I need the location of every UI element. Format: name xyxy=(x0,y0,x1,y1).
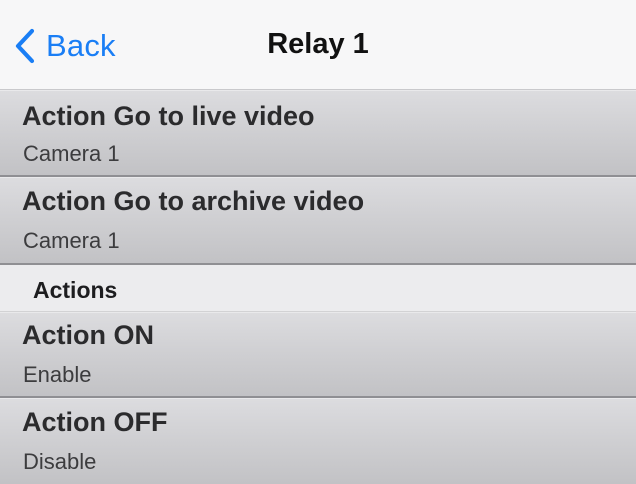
list-item-action-on[interactable]: Action ON Enable xyxy=(0,312,636,398)
list-item-title: Action Go to live video xyxy=(22,101,315,131)
back-button[interactable]: Back xyxy=(14,22,116,70)
section-header-label: Actions xyxy=(33,277,118,303)
list-item-subtitle: Camera 1 xyxy=(23,228,120,253)
list-item-subtitle: Enable xyxy=(23,362,92,387)
relay-settings-screen: Back Relay 1 Action Go to live video Cam… xyxy=(0,0,636,484)
list-item-live-video[interactable]: Action Go to live video Camera 1 xyxy=(0,90,636,177)
list-item-title: Action OFF xyxy=(22,407,168,437)
list-item-subtitle: Camera 1 xyxy=(23,141,120,166)
navigation-bar: Back Relay 1 xyxy=(0,0,636,90)
back-label: Back xyxy=(46,28,116,63)
list-item-title: Action ON xyxy=(22,320,154,350)
section-header: Actions xyxy=(0,265,636,312)
list-item-subtitle: Disable xyxy=(23,449,97,474)
list-item-action-off[interactable]: Action OFF Disable xyxy=(0,398,636,484)
list-item-title: Action Go to archive video xyxy=(22,186,365,216)
list-item-archive-video[interactable]: Action Go to archive video Camera 1 xyxy=(0,177,636,265)
chevron-left-icon xyxy=(14,28,36,64)
